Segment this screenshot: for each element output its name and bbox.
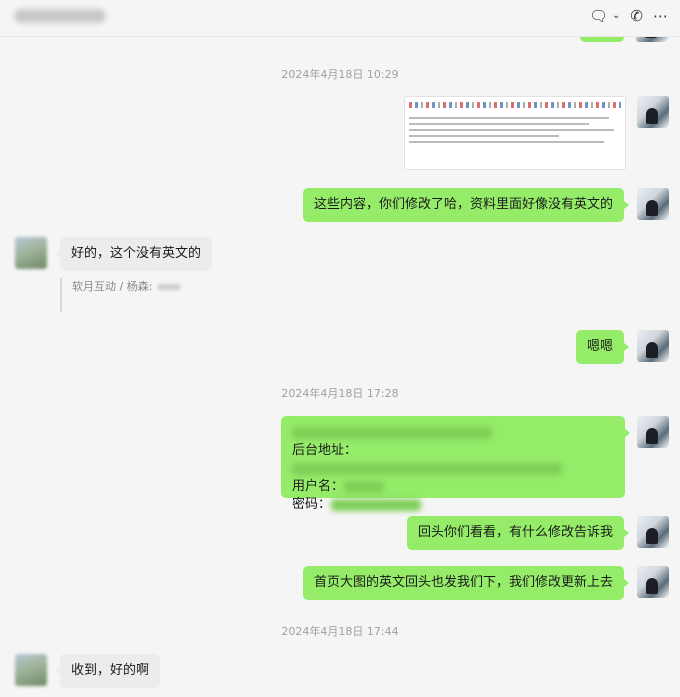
- line-password: 密码：: [292, 496, 614, 514]
- more-icon[interactable]: ⋯: [653, 7, 668, 25]
- text-line: [409, 141, 604, 143]
- text-line: [409, 117, 609, 119]
- avatar[interactable]: [637, 416, 669, 448]
- avatar[interactable]: [637, 96, 669, 128]
- toolbar-thumbnail: [409, 102, 621, 108]
- image-message[interactable]: [404, 96, 626, 170]
- avatar[interactable]: [637, 516, 669, 548]
- avatar[interactable]: [637, 330, 669, 362]
- line-backend: 后台地址：: [292, 442, 614, 478]
- text-line: [409, 129, 614, 131]
- message-bubble[interactable]: 嗯嗯: [575, 330, 630, 364]
- chat-bubble-icon[interactable]: 🗨: [589, 7, 608, 25]
- avatar[interactable]: [637, 188, 669, 220]
- username-label: 用户名：: [292, 479, 345, 494]
- quoted-reply[interactable]: 软月互动 / 杨森:: [60, 278, 181, 312]
- text-line: [409, 135, 559, 137]
- timestamp: 2024年4月18日 17:44: [281, 625, 399, 638]
- avatar[interactable]: [637, 566, 669, 598]
- message-bubble[interactable]: 这些内容，你们修改了哈，资料里面好像没有英文的: [302, 188, 630, 222]
- blurred-text: [331, 498, 422, 511]
- phone-icon[interactable]: ✆: [630, 7, 643, 25]
- avatar[interactable]: [15, 237, 47, 269]
- blurred-text: [292, 462, 562, 475]
- blurred-line: [292, 424, 614, 442]
- header-actions: 🗨 ⌄ ✆ ⋯: [589, 7, 668, 25]
- text-line: [409, 123, 589, 125]
- backend-label: 后台地址：: [292, 443, 358, 458]
- chevron-down-icon[interactable]: ⌄: [612, 7, 620, 25]
- contact-name-blurred: [14, 9, 106, 23]
- message-bubble[interactable]: 首页大图的英文回头也发我们下，我们修改更新上去: [302, 566, 630, 600]
- quote-text: 软月互动 / 杨森:: [72, 280, 153, 293]
- line-username: 用户名：: [292, 478, 614, 496]
- blurred-text: [292, 426, 492, 439]
- timestamp: 2024年4月18日 10:29: [281, 68, 399, 81]
- blurred-text: [344, 480, 385, 493]
- quote-blurred: [158, 284, 181, 290]
- message-bubble[interactable]: 收到，好的啊: [54, 654, 161, 688]
- credentials-message[interactable]: 后台地址： 用户名： 密码：: [281, 416, 630, 512]
- password-label: 密码：: [292, 497, 332, 512]
- message-bubble[interactable]: 好的，这个没有英文的: [54, 237, 213, 271]
- avatar[interactable]: [15, 654, 47, 686]
- chat-header: 🗨 ⌄ ✆ ⋯: [0, 0, 680, 37]
- timestamp: 2024年4月18日 17:28: [281, 387, 399, 400]
- message-bubble[interactable]: 回头你们看看，有什么修改告诉我: [406, 516, 630, 550]
